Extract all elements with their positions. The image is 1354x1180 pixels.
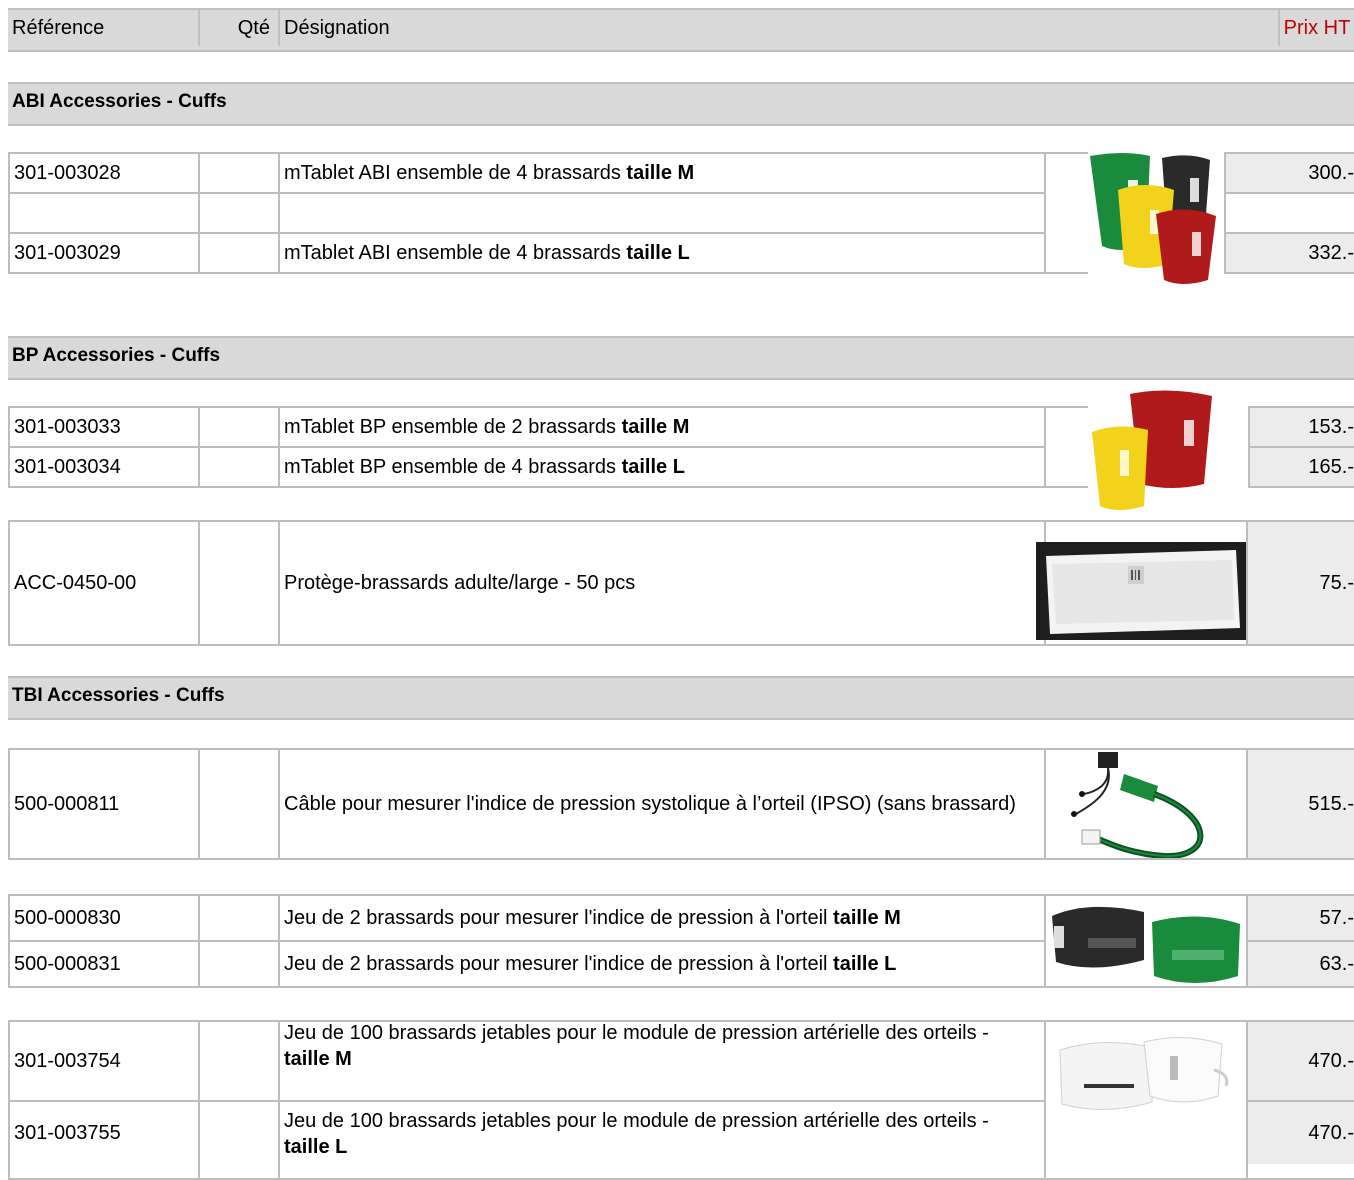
price-cell: 300.- [1224,152,1354,194]
price-cell: 470.- [1308,1049,1354,1072]
price-cell: 470.- [1308,1121,1354,1144]
table-row-desc: mTablet BP ensemble de 2 brassards taill… [280,408,1042,446]
desc-bold: taille M [621,415,690,438]
bp-cuffs-image [1092,390,1212,510]
price-cell-empty [1224,192,1354,234]
disposable-cuffs-image [1059,1036,1229,1110]
abi-cuffs-image [1090,153,1216,284]
desc-bold: taille L [621,455,685,478]
desc-text: mTablet BP ensemble de 2 brassards [284,415,622,438]
price-cell: 63.- [1319,952,1354,975]
desc-bold: taille L [284,1136,348,1158]
desc-bold: taille M [626,161,695,184]
section-title: TBI Accessories - Cuffs [12,685,225,706]
column-header-bar: Référence Qté Désignation Prix HT [8,8,1354,52]
desc-text: mTablet ABI ensemble de 4 brassards [284,161,627,184]
table-row-desc: Jeu de 2 brassards pour mesurer l'indice… [280,942,1042,986]
price-cell: 153.- [1248,406,1354,448]
table-row-desc: Protège-brassards adulte/large - 50 pcs [284,571,636,594]
table-row-ref: 500-000831 [14,952,121,975]
table-row-desc: mTablet BP ensemble de 4 brassards taill… [280,448,1042,486]
table-row-ref: 301-003028 [14,161,121,184]
desc-bold: taille L [626,241,690,264]
price-cell: 332.- [1224,232,1354,274]
section-header-bp: BP Accessories - Cuffs [8,336,1354,380]
table-row-desc: mTablet ABI ensemble de 4 brassards tail… [280,234,1042,272]
table-row-desc: Câble pour mesurer l'indice de pression … [284,793,1016,815]
header-reference: Référence [12,16,105,39]
table-row-ref: 301-003755 [14,1121,121,1144]
desc-text: Jeu de 2 brassards pour mesurer l'indice… [284,952,834,975]
desc-bold: taille L [833,952,897,975]
header-qty: Qté [237,16,270,39]
table-row-ref: 301-003754 [14,1049,121,1072]
table-row-desc: mTablet ABI ensemble de 4 brassards tail… [280,154,1042,192]
table-row-ref: 301-003029 [14,241,121,264]
desc-text: Jeu de 100 brassards jetables pour le mo… [284,1022,989,1044]
table-row-ref: ACC-0450-00 [14,571,137,594]
section-title: BP Accessories - Cuffs [12,345,221,366]
table-row-desc: Jeu de 100 brassards jetables pour le mo… [280,1020,1020,1078]
toe-cuffs-image [1052,906,1240,983]
table-row-ref: 500-000830 [14,906,121,929]
table-row-ref: 500-000811 [14,792,120,815]
desc-bold: taille M [284,1048,352,1070]
price-cell: 57.- [1319,906,1354,929]
price-cell: 165.- [1248,446,1354,488]
toe-cable-image [1071,752,1204,858]
section-title: ABI Accessories - Cuffs [12,91,227,112]
header-designation: Désignation [284,16,390,39]
desc-text: mTablet ABI ensemble de 4 brassards [284,241,627,264]
desc-text: Jeu de 2 brassards pour mesurer l'indice… [284,906,834,929]
desc-text: Jeu de 100 brassards jetables pour le mo… [284,1110,989,1132]
table-row-ref: 301-003034 [14,455,121,478]
table-row-ref: 301-003033 [14,415,121,438]
table-row-desc: Jeu de 100 brassards jetables pour le mo… [280,1108,1020,1164]
cuff-protector-image [1036,542,1246,640]
table-row-desc: Jeu de 2 brassards pour mesurer l'indice… [280,896,1042,940]
section-header-abi: ABI Accessories - Cuffs [8,82,1354,126]
desc-bold: taille M [833,906,901,929]
price-cell: 75.- [1319,571,1354,594]
header-price: Prix HT [1283,16,1351,39]
section-header-tbi: TBI Accessories - Cuffs [8,676,1354,720]
desc-text: mTablet BP ensemble de 4 brassards [284,455,622,478]
price-cell: 515.- [1308,792,1354,815]
